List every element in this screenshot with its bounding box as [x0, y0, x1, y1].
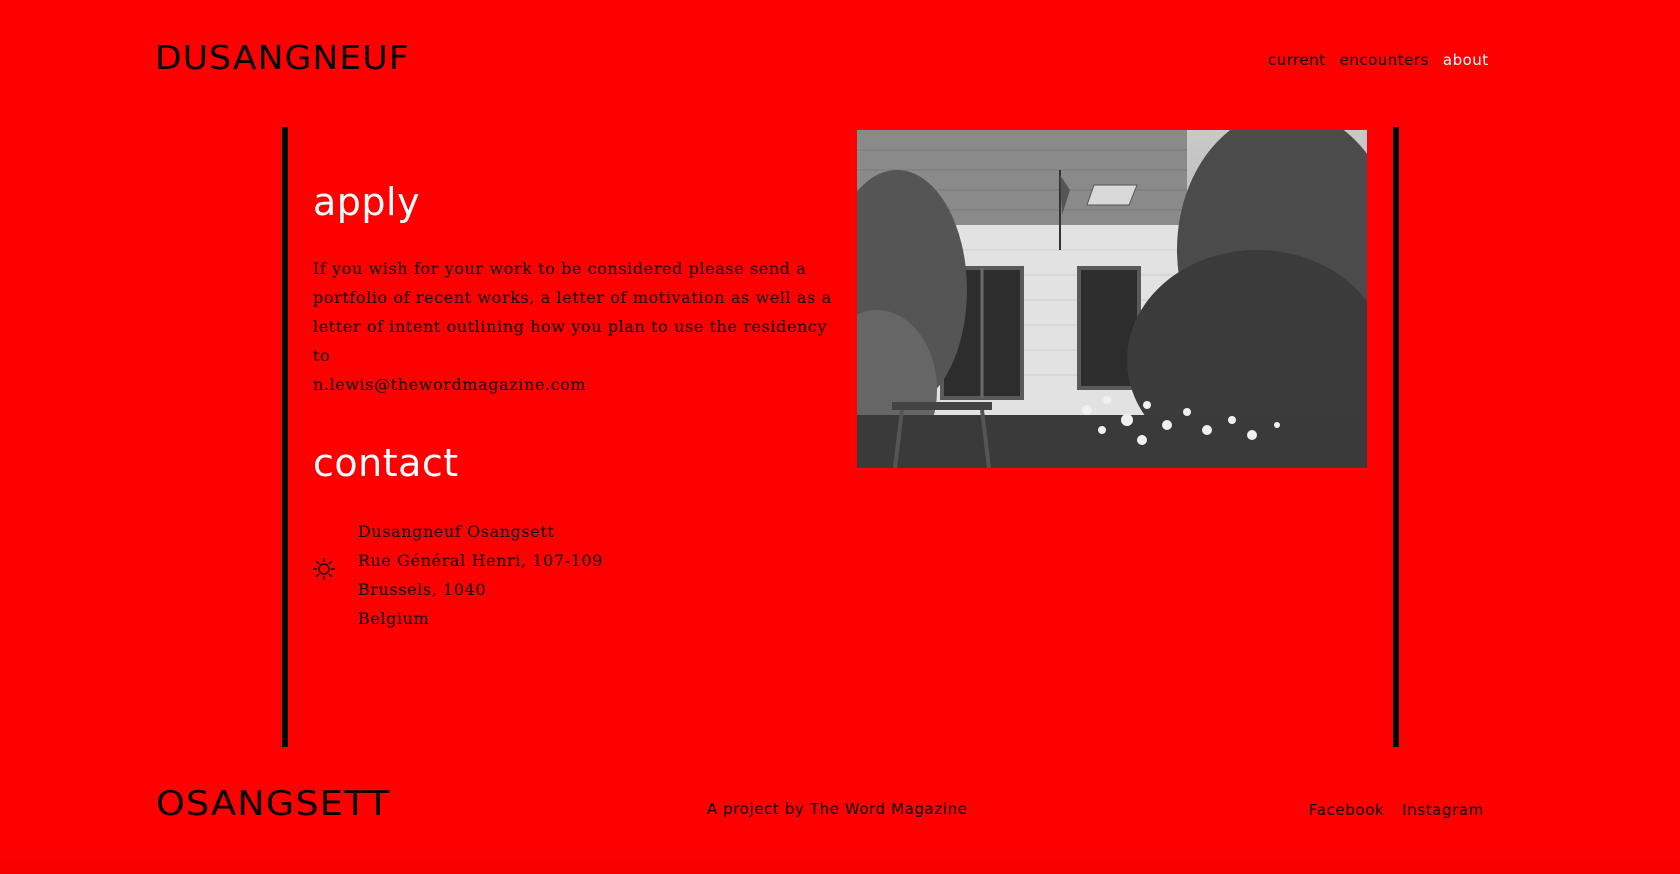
- facebook-link[interactable]: Facebook: [1309, 801, 1384, 819]
- residency-photo: [857, 130, 1367, 468]
- address-line: Brussels, 1040: [358, 580, 487, 599]
- main-nav: current encounters about: [1268, 51, 1489, 69]
- contact-heading: contact: [313, 441, 459, 485]
- footer-logo[interactable]: OSANGSETT: [156, 784, 390, 824]
- apply-line: portfolio of recent works, a letter of m…: [313, 288, 832, 307]
- apply-line: letter of intent outlining how you plan …: [313, 317, 828, 365]
- instagram-link[interactable]: Instagram: [1402, 801, 1484, 819]
- nav-about[interactable]: about: [1443, 51, 1489, 69]
- footer-credit: A project by The Word Magazine: [707, 800, 968, 818]
- address-line: Dusangneuf Osangsett: [358, 522, 555, 541]
- nav-encounters[interactable]: encounters: [1340, 51, 1429, 69]
- building-garden-photo: [857, 130, 1367, 468]
- left-divider: [282, 127, 288, 747]
- apply-text: If you wish for your work to be consider…: [313, 254, 833, 399]
- bottom-edge: [0, 845, 1680, 874]
- address-line: Rue Général Henri, 107-109: [358, 551, 604, 570]
- nav-current[interactable]: current: [1268, 51, 1326, 69]
- apply-heading: apply: [313, 180, 421, 224]
- apply-line: If you wish for your work to be consider…: [313, 259, 807, 278]
- right-divider: [1393, 127, 1399, 747]
- sun-icon: [313, 558, 335, 580]
- address-line: Belgium: [358, 609, 430, 628]
- contact-address: Dusangneuf Osangsett Rue Général Henri, …: [358, 517, 603, 633]
- site-logo[interactable]: DUSANGNEUF: [155, 38, 410, 77]
- social-links: Facebook Instagram: [1309, 801, 1484, 819]
- email-link[interactable]: n.lewis@thewordmagazine.com: [313, 370, 833, 399]
